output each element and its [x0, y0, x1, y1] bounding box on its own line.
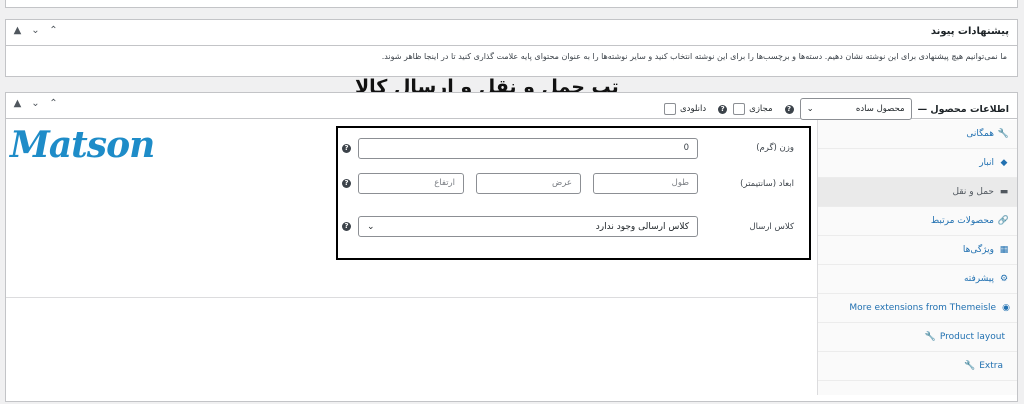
panel-header: پیشنهادات پیوند ▲ ⌄ ⌃: [6, 20, 1017, 46]
tag-icon: ◆: [1000, 158, 1008, 168]
truck-icon: ▬: [999, 187, 1009, 197]
tab-label: Product layout: [939, 332, 1005, 342]
tab-general[interactable]: 🔧 همگانی: [818, 120, 1017, 149]
tab-inventory[interactable]: ◆ انبار: [818, 149, 1017, 178]
tab-label: حمل و نقل: [952, 187, 994, 197]
product-data-tabs: 🔧 همگانی ◆ انبار ▬ حمل و نقل 🔗 محصولات مرتبط…: [817, 120, 1017, 395]
virtual-label: مجازی: [749, 104, 773, 114]
link-icon: 🔗: [997, 216, 1009, 226]
move-up-icon[interactable]: ▲: [12, 97, 23, 111]
tab-label: محصولات مرتبط: [930, 216, 994, 226]
product-data-title: اطلاعات محصول —: [917, 103, 1009, 115]
downloadable-checkbox[interactable]: [664, 103, 677, 115]
tab-linked-products[interactable]: 🔗 محصولات مرتبط: [818, 207, 1017, 236]
collapse-icon[interactable]: ⌃: [48, 97, 59, 111]
tab-more-extensions[interactable]: More extensions from Themeisle ◉: [818, 294, 1017, 323]
product-type-value: محصول ساده: [855, 104, 905, 114]
tab-label: Extra: [979, 361, 1003, 371]
wrench-icon: 🔧: [924, 332, 937, 342]
collapse-icon[interactable]: ⌃: [48, 24, 59, 38]
help-icon: ?: [784, 104, 794, 114]
panel-controls: ▲ ⌄ ⌃: [12, 24, 59, 38]
virtual-checkbox[interactable]: [733, 103, 746, 115]
downloadable-label: دانلودی: [680, 104, 707, 114]
virtual-option[interactable]: مجازی: [733, 103, 773, 115]
tab-shipping[interactable]: ▬ حمل و نقل: [818, 178, 1017, 207]
help-icon: ?: [718, 104, 728, 114]
panel-title: پیشنهادات پیوند: [930, 26, 1009, 37]
product-type-select[interactable]: محصول ساده ⌄: [799, 98, 912, 120]
move-down-icon[interactable]: ⌄: [30, 24, 41, 38]
tab-label: ویژگی‌ها: [962, 245, 994, 255]
panel-header: ▲ ⌄ ⌃ اطلاعات محصول — محصول ساده ⌄ ? مجا…: [6, 93, 1017, 120]
tab-attributes[interactable]: ▦ ویژگی‌ها: [818, 236, 1017, 265]
wrench-icon: 🔧: [964, 361, 976, 371]
tab-label: پیشرفته: [963, 274, 994, 284]
downloadable-option[interactable]: دانلودی: [664, 103, 706, 115]
wrench-icon: 🔧: [997, 129, 1009, 139]
plugin-icon: ◉: [1002, 303, 1010, 313]
tab-label: انبار: [979, 158, 994, 168]
tab-label: همگانی: [966, 129, 994, 139]
move-up-icon[interactable]: ▲: [12, 24, 23, 38]
panel-controls: ▲ ⌄ ⌃: [12, 97, 59, 111]
table-icon: ▦: [999, 245, 1009, 255]
previous-panel-edge: [5, 0, 1018, 8]
suggested-links-panel: پیشنهادات پیوند ▲ ⌄ ⌃ ما نمی‌توانیم هیچ …: [5, 19, 1018, 77]
move-down-icon[interactable]: ⌄: [30, 97, 41, 111]
panel-description: ما نمی‌توانیم هیچ پیشنهادی برای این نوشت…: [381, 52, 1007, 61]
tab-label: More extensions from Themeisle: [849, 303, 996, 313]
chevron-down-icon: ⌄: [806, 104, 814, 114]
tab-extra[interactable]: 🔧 Extra: [818, 352, 1017, 381]
gear-icon: ⚙: [999, 274, 1009, 284]
highlight-box: [336, 126, 811, 260]
matson-logo: Matson: [10, 124, 155, 166]
tab-advanced[interactable]: ⚙ پیشرفته: [818, 265, 1017, 294]
tab-product-layout[interactable]: 🔧 Product layout: [818, 323, 1017, 352]
product-data-header: اطلاعات محصول — محصول ساده ⌄ ? مجازی ? د…: [664, 98, 1009, 120]
